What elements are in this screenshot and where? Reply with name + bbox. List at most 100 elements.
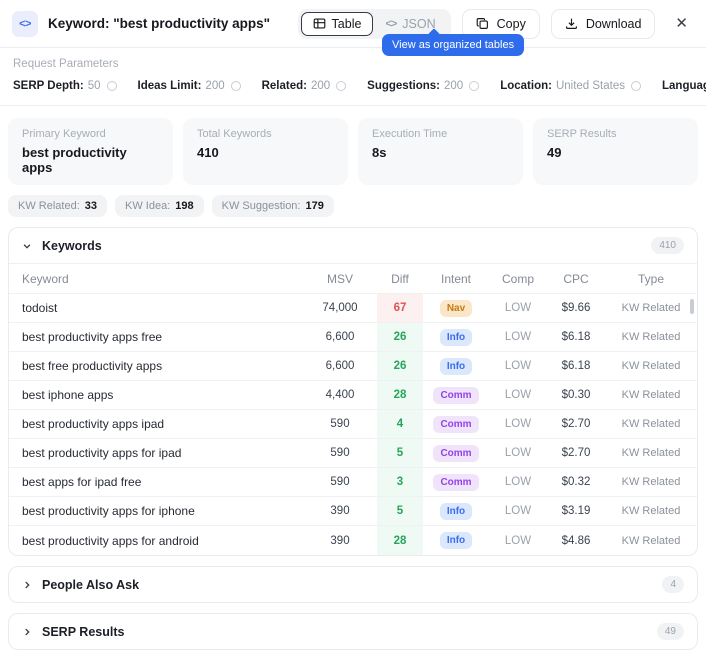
cell-cpc: $6.18 — [547, 323, 605, 351]
keyword-table-row: best productivity apps free6,60026InfoLO… — [9, 323, 697, 352]
cell-type: KW Related — [605, 468, 697, 496]
cell-msv: 4,400 — [303, 381, 377, 409]
copy-label: Copy — [497, 17, 526, 31]
request-parameters-section: Request Parameters SERP Depth: 50 Ideas … — [0, 48, 706, 106]
cell-cpc: $4.86 — [547, 526, 605, 555]
cell-comp: LOW — [489, 439, 547, 467]
download-icon — [565, 17, 578, 30]
cell-keyword: todoist — [9, 294, 303, 322]
cell-msv: 590 — [303, 468, 377, 496]
table-view-button[interactable]: Table — [301, 12, 374, 36]
keyword-table-row: best apps for ipad free5903CommLOW$0.32K… — [9, 468, 697, 497]
cell-keyword: best productivity apps for iphone — [9, 497, 303, 525]
cell-comp: LOW — [489, 497, 547, 525]
cell-intent: Comm — [423, 410, 489, 438]
cell-diff: 28 — [377, 381, 423, 409]
param-suggestions: Suggestions: 200 — [367, 80, 479, 92]
cell-diff: 3 — [377, 468, 423, 496]
keywords-table-body: todoist74,00067NavLOW$9.66KW Relatedbest… — [9, 294, 697, 555]
cell-keyword: best free productivity apps — [9, 352, 303, 380]
cell-comp: LOW — [489, 410, 547, 438]
stat-card-execution-time: Execution Time 8s — [358, 118, 523, 185]
param-related: Related: 200 — [262, 80, 347, 92]
chevron-right-icon — [22, 580, 32, 590]
cell-keyword: best productivity apps for ipad — [9, 439, 303, 467]
table-view-tooltip: View as organized tables — [382, 34, 524, 56]
info-icon[interactable] — [336, 81, 346, 91]
intent-badge: Comm — [433, 474, 478, 491]
cell-intent: Comm — [423, 381, 489, 409]
serp-results-count-badge: 49 — [657, 623, 684, 640]
keywords-table-header: Keyword MSV Diff Intent Comp CPC Type — [9, 264, 697, 294]
cell-keyword: best iphone apps — [9, 381, 303, 409]
copy-icon — [476, 17, 489, 30]
cell-diff: 26 — [377, 352, 423, 380]
serp-results-section: SERP Results 49 — [8, 613, 698, 650]
stats-row: Primary Keyword best productivity apps T… — [0, 106, 706, 185]
modal-header: <> Keyword: "best productivity apps" Tab… — [0, 0, 706, 48]
param-language: Language: en — [662, 80, 706, 92]
download-button[interactable]: Download — [551, 9, 656, 39]
cell-cpc: $6.18 — [547, 352, 605, 380]
param-serp-depth: SERP Depth: 50 — [13, 80, 117, 92]
cell-comp: LOW — [489, 294, 547, 322]
cell-intent: Info — [423, 352, 489, 380]
close-icon[interactable]: ✕ — [671, 14, 692, 33]
cell-comp: LOW — [489, 468, 547, 496]
serp-results-header[interactable]: SERP Results 49 — [9, 614, 697, 649]
intent-badge: Info — [440, 532, 472, 549]
column-header-comp: Comp — [489, 264, 547, 293]
cell-type: KW Related — [605, 323, 697, 351]
json-icon: <> — [385, 18, 396, 30]
keyword-table-row: best free productivity apps6,60026InfoLO… — [9, 352, 697, 381]
info-icon[interactable] — [631, 81, 641, 91]
cell-cpc: $9.66 — [547, 294, 605, 322]
people-also-ask-title: People Also Ask — [42, 578, 139, 592]
table-view-label: Table — [332, 17, 362, 31]
keywords-section-header[interactable]: Keywords 410 — [9, 228, 697, 263]
serp-results-title: SERP Results — [42, 625, 124, 639]
stat-card-total-keywords: Total Keywords 410 — [183, 118, 348, 185]
info-icon[interactable] — [107, 81, 117, 91]
intent-badge: Info — [440, 329, 472, 346]
keyword-table-row: best iphone apps4,40028CommLOW$0.30KW Re… — [9, 381, 697, 410]
cell-diff: 28 — [377, 526, 423, 555]
cell-keyword: best productivity apps for android — [9, 526, 303, 555]
table-icon — [313, 17, 326, 30]
info-icon[interactable] — [231, 81, 241, 91]
table-scrollbar-thumb[interactable] — [690, 299, 694, 314]
cell-cpc: $2.70 — [547, 439, 605, 467]
cell-comp: LOW — [489, 526, 547, 555]
column-header-cpc: CPC — [547, 264, 605, 293]
cell-cpc: $2.70 — [547, 410, 605, 438]
intent-badge: Info — [440, 503, 472, 520]
cell-keyword: best productivity apps ipad — [9, 410, 303, 438]
column-header-diff: Diff — [377, 264, 423, 293]
people-also-ask-header[interactable]: People Also Ask 4 — [9, 567, 697, 602]
keyword-table-row: best productivity apps for android39028I… — [9, 526, 697, 555]
cell-msv: 590 — [303, 410, 377, 438]
param-ideas-limit: Ideas Limit: 200 — [138, 80, 241, 92]
cell-cpc: $0.30 — [547, 381, 605, 409]
keyword-table-row: best productivity apps for ipad5905CommL… — [9, 439, 697, 468]
cell-diff: 67 — [377, 294, 423, 322]
stat-card-primary-keyword: Primary Keyword best productivity apps — [8, 118, 173, 185]
request-parameters-title: Request Parameters — [13, 58, 693, 70]
chevron-down-icon — [22, 241, 32, 251]
column-header-msv: MSV — [303, 264, 377, 293]
intent-badge: Comm — [433, 387, 478, 404]
kw-type-badges: KW Related:33 KW Idea:198 KW Suggestion:… — [0, 185, 706, 217]
keywords-table: Keyword MSV Diff Intent Comp CPC Type to… — [9, 263, 697, 555]
keywords-count-badge: 410 — [651, 237, 684, 254]
cell-keyword: best apps for ipad free — [9, 468, 303, 496]
cell-intent: Comm — [423, 468, 489, 496]
keyword-table-row: best productivity apps ipad5904CommLOW$2… — [9, 410, 697, 439]
code-icon: <> — [12, 11, 38, 37]
json-view-label: JSON — [402, 17, 435, 31]
download-label: Download — [586, 17, 642, 31]
stat-card-serp-results: SERP Results 49 — [533, 118, 698, 185]
cell-intent: Comm — [423, 439, 489, 467]
cell-type: KW Related — [605, 497, 697, 525]
cell-type: KW Related — [605, 294, 697, 322]
info-icon[interactable] — [469, 81, 479, 91]
